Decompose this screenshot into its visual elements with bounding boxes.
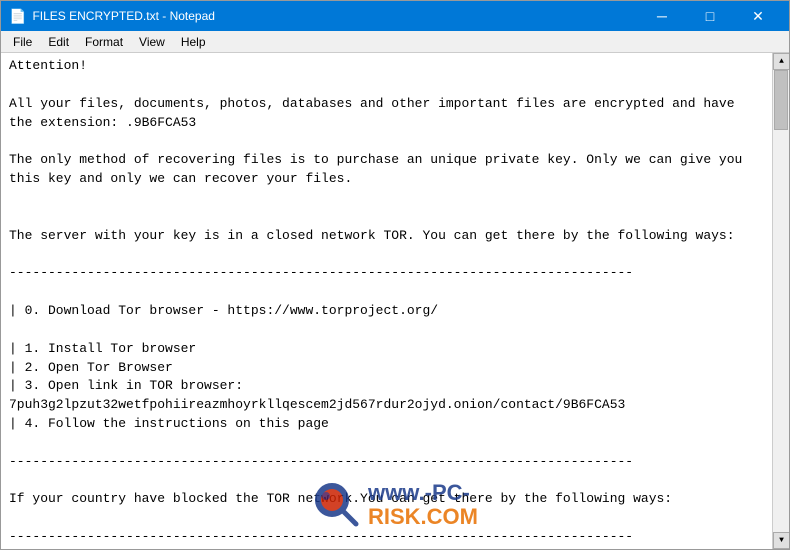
notepad-window: 📄 FILES ENCRYPTED.txt - Notepad ─ □ ✕ Fi… [0,0,790,550]
title-bar-controls: ─ □ ✕ [639,5,781,27]
scroll-track[interactable] [773,70,789,532]
notepad-icon: 📄 [9,8,26,25]
menu-file[interactable]: File [5,33,40,51]
content-area: ▲ ▼ [1,53,789,549]
scroll-down-button[interactable]: ▼ [773,532,789,549]
maximize-button[interactable]: □ [687,5,733,27]
menu-help[interactable]: Help [173,33,214,51]
menu-edit[interactable]: Edit [40,33,77,51]
menu-view[interactable]: View [131,33,173,51]
close-button[interactable]: ✕ [735,5,781,27]
menu-bar: File Edit Format View Help [1,31,789,53]
title-bar: 📄 FILES ENCRYPTED.txt - Notepad ─ □ ✕ [1,1,789,31]
window-title: FILES ENCRYPTED.txt - Notepad [32,9,215,23]
text-editor[interactable] [1,53,772,549]
scrollbar[interactable]: ▲ ▼ [772,53,789,549]
title-bar-title-group: 📄 FILES ENCRYPTED.txt - Notepad [9,8,215,25]
minimize-button[interactable]: ─ [639,5,685,27]
scroll-up-button[interactable]: ▲ [773,53,789,70]
scroll-thumb[interactable] [774,70,788,130]
menu-format[interactable]: Format [77,33,131,51]
